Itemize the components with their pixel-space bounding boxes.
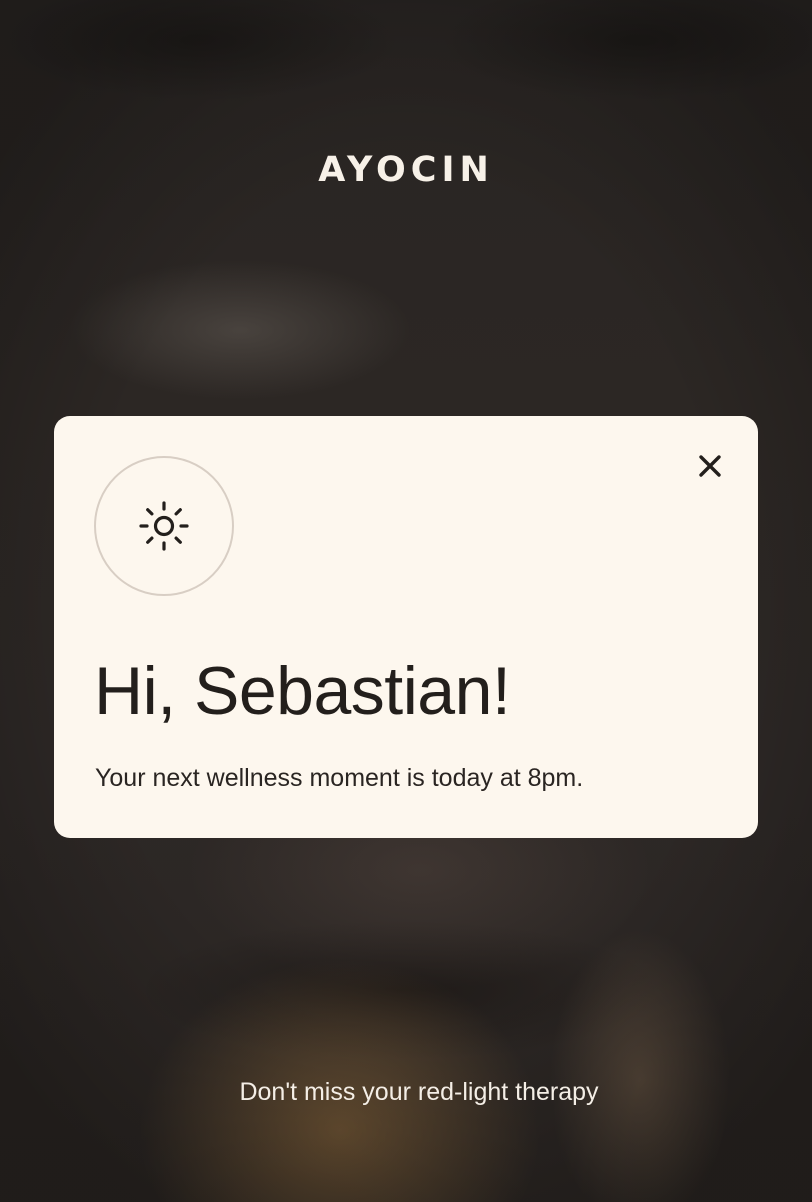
brand-logo: AYOCIN [318,150,494,190]
greeting-heading: Hi, Sebastian! [94,653,511,729]
close-icon [699,455,721,477]
sun-icon [139,501,189,551]
sun-icon-badge [94,456,234,596]
notification-card: Hi, Sebastian! Your next wellness moment… [54,416,758,838]
reminder-message: Your next wellness moment is today at 8p… [95,764,584,792]
footer-caption: Don't miss your red-light therapy [239,1078,599,1106]
close-button[interactable] [690,446,730,486]
